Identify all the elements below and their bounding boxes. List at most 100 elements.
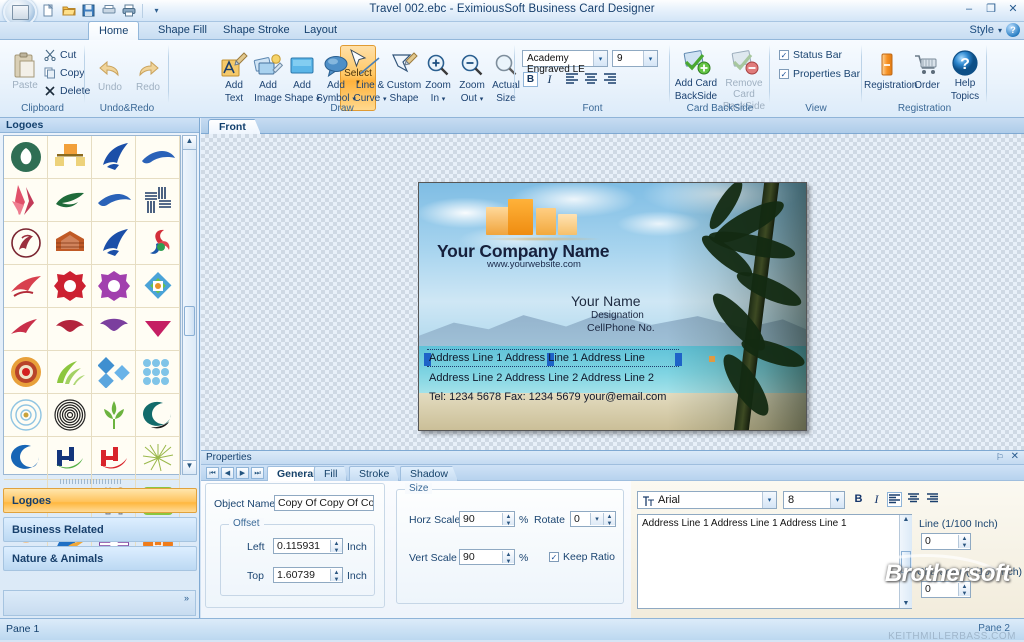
- logo-item[interactable]: [136, 222, 180, 265]
- logo-item[interactable]: [48, 222, 92, 265]
- style-selector[interactable]: Style ▾ ?: [970, 23, 1020, 37]
- logo-item[interactable]: [136, 308, 180, 351]
- status-bar-checkbox[interactable]: ✓ Status Bar: [779, 49, 842, 61]
- cut-button[interactable]: Cut: [44, 49, 76, 61]
- close-icon[interactable]: ✕: [1011, 451, 1019, 462]
- card-contact-line[interactable]: Tel: 1234 5678 Fax: 1234 5679 your@email…: [429, 391, 666, 403]
- logo-item[interactable]: [136, 351, 180, 394]
- tab-shape-stroke[interactable]: Shape Stroke: [213, 22, 300, 40]
- line-spacing-input[interactable]: 0 ▲▼: [921, 533, 971, 550]
- maximize-button[interactable]: ❐: [984, 2, 998, 15]
- card-designation[interactable]: Designation: [591, 310, 644, 321]
- gallery-scrollbar[interactable]: ▲ ▼: [182, 135, 197, 475]
- logo-item[interactable]: [92, 136, 136, 179]
- panel-resize-grip[interactable]: [60, 479, 122, 484]
- logo-item[interactable]: [48, 437, 92, 480]
- properties-bar-checkbox[interactable]: ✓ Properties Bar: [779, 68, 860, 80]
- logo-item[interactable]: [92, 222, 136, 265]
- card-address-line-1[interactable]: Address Line 1 Address Line 1 Address Li…: [429, 352, 677, 365]
- text-font-size-combo[interactable]: 8 ▾: [783, 491, 845, 509]
- line-spacing-spinner[interactable]: ▲▼: [958, 535, 970, 548]
- nav-last-button[interactable]: ⏭: [251, 467, 264, 479]
- left-input[interactable]: 0.115931 ▲▼: [273, 538, 343, 554]
- scrollbar-thumb[interactable]: [184, 306, 195, 336]
- nav-prev-button[interactable]: ◀: [221, 467, 234, 479]
- scroll-up-arrow[interactable]: ▲: [900, 515, 912, 523]
- align-left-button[interactable]: [564, 72, 579, 87]
- vert-scale-input[interactable]: 90 ▲▼: [459, 549, 515, 565]
- chevron-down-icon[interactable]: ▾: [830, 492, 844, 508]
- rotate-input[interactable]: 0 ▾ ▲▼: [570, 511, 616, 527]
- document-tab-front[interactable]: Front: [208, 119, 261, 134]
- scroll-down-arrow[interactable]: ▼: [183, 460, 196, 474]
- logo-item[interactable]: [4, 351, 48, 394]
- add-card-backside-button[interactable]: Add Card BackSide: [672, 45, 720, 102]
- card-cellphone[interactable]: CellPhone No.: [587, 322, 655, 334]
- paste-button[interactable]: Paste: [5, 47, 45, 92]
- logo-item[interactable]: [4, 308, 48, 351]
- align-center-button[interactable]: [583, 72, 598, 87]
- selection-handle-far[interactable]: [709, 356, 715, 362]
- top-input[interactable]: 1.60739 ▲▼: [273, 567, 343, 583]
- business-card[interactable]: Your Company Name www.yourwebsite.com Yo…: [418, 182, 807, 431]
- text-italic-button[interactable]: I: [869, 492, 884, 507]
- scroll-up-arrow[interactable]: ▲: [183, 136, 196, 150]
- logo-item[interactable]: [92, 179, 136, 222]
- align-right-button[interactable]: [602, 72, 617, 87]
- close-button[interactable]: ✕: [1006, 2, 1020, 15]
- logo-item[interactable]: [48, 308, 92, 351]
- logo-item[interactable]: [136, 437, 180, 480]
- logo-item[interactable]: [92, 265, 136, 308]
- logo-item[interactable]: [48, 351, 92, 394]
- rotate-spinner[interactable]: ▲▼: [603, 513, 615, 525]
- pin-icon[interactable]: ⚐: [996, 452, 1004, 463]
- char-spacing-spinner[interactable]: ▲▼: [958, 583, 970, 596]
- card-website[interactable]: www.yourwebsite.com: [487, 259, 581, 270]
- logo-item[interactable]: [4, 265, 48, 308]
- horz-scale-spinner[interactable]: ▲▼: [502, 513, 514, 525]
- card-logo[interactable]: [486, 197, 596, 239]
- logo-gallery[interactable]: [3, 135, 181, 475]
- logo-item[interactable]: [48, 136, 92, 179]
- left-spinner[interactable]: ▲▼: [330, 540, 342, 552]
- scrollbar-thumb[interactable]: [901, 551, 911, 573]
- char-spacing-input[interactable]: 0 ▲▼: [921, 581, 971, 598]
- font-family-combo[interactable]: Academy Engraved LE ▾: [522, 50, 608, 67]
- textarea-scrollbar[interactable]: ▲ ▼: [899, 515, 912, 608]
- category-business-related[interactable]: Business Related: [3, 517, 197, 542]
- logo-item[interactable]: [136, 265, 180, 308]
- logo-item[interactable]: [4, 136, 48, 179]
- chevron-down-icon[interactable]: ▾: [998, 26, 1002, 35]
- help-icon[interactable]: ?: [1006, 23, 1020, 37]
- category-nature-animals[interactable]: Nature & Animals: [3, 546, 197, 571]
- text-align-right-button[interactable]: [925, 492, 940, 507]
- logo-item[interactable]: [48, 179, 92, 222]
- nav-next-button[interactable]: ▶: [236, 467, 249, 479]
- copy-button[interactable]: Copy: [44, 67, 85, 79]
- chevron-down-icon[interactable]: ▾: [762, 492, 776, 508]
- scroll-down-arrow[interactable]: ▼: [900, 600, 912, 607]
- chevron-down-icon[interactable]: ▾: [643, 51, 657, 66]
- logo-item[interactable]: [4, 394, 48, 437]
- logo-item[interactable]: [136, 136, 180, 179]
- card-your-name[interactable]: Your Name: [571, 293, 641, 309]
- vert-scale-spinner[interactable]: ▲▼: [502, 551, 514, 563]
- bold-button[interactable]: B: [523, 72, 538, 87]
- properties-tab-stroke[interactable]: Stroke: [349, 466, 399, 481]
- tab-layout[interactable]: Layout: [294, 22, 347, 40]
- minimize-button[interactable]: –: [962, 3, 976, 15]
- top-spinner[interactable]: ▲▼: [330, 569, 342, 581]
- text-bold-button[interactable]: B: [851, 492, 866, 507]
- logo-item[interactable]: [136, 394, 180, 437]
- card-address-line-2[interactable]: Address Line 2 Address Line 2 Address Li…: [429, 372, 654, 384]
- logo-item[interactable]: [4, 179, 48, 222]
- keep-ratio-checkbox[interactable]: ✓ Keep Ratio: [549, 551, 615, 563]
- object-name-input[interactable]: Copy Of Copy Of Copy (: [274, 495, 374, 511]
- italic-button[interactable]: I: [542, 72, 557, 87]
- horz-scale-input[interactable]: 90 ▲▼: [459, 511, 515, 527]
- rotate-dropdown-arrow[interactable]: ▾: [590, 513, 603, 525]
- redo-button[interactable]: Redo: [125, 49, 171, 94]
- font-size-combo[interactable]: 9 ▾: [612, 50, 658, 67]
- help-topics-button[interactable]: ? Help Topics: [942, 45, 988, 102]
- text-font-family-combo[interactable]: Arial ▾: [637, 491, 777, 509]
